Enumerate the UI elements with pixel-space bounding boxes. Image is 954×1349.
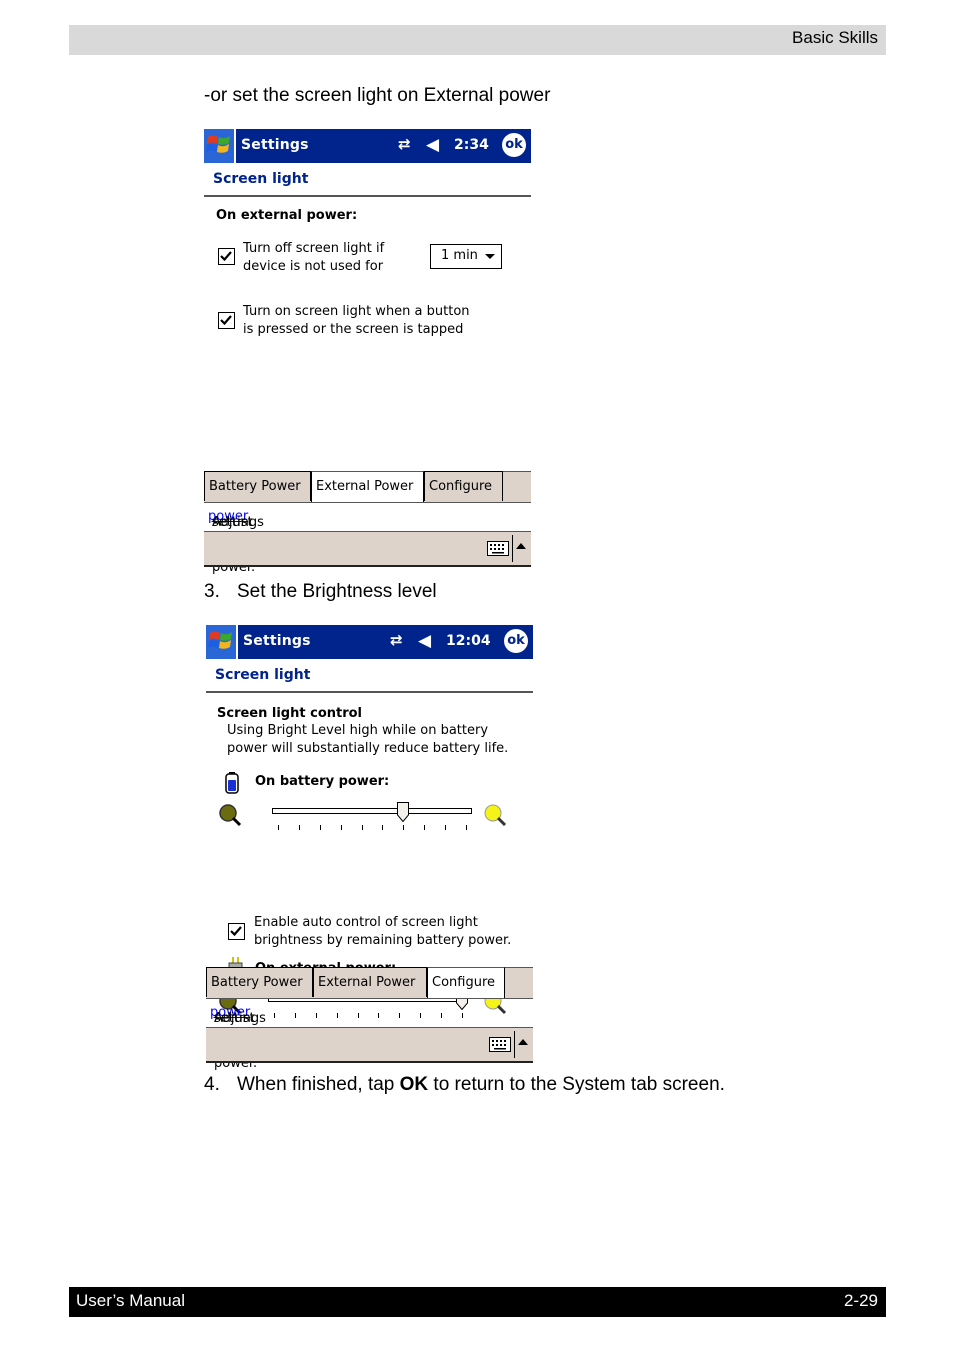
turn-off-label: Turn off screen light if device is not u… <box>243 241 385 274</box>
divider <box>512 535 513 562</box>
slider-tick <box>382 825 384 830</box>
page-footer-bar: User’s Manual 2-29 <box>69 1287 886 1317</box>
ok-button[interactable]: ok <box>504 629 528 653</box>
timeout-value: 1 min <box>441 248 478 263</box>
clock[interactable]: 12:04 <box>446 633 491 649</box>
status-line: Adjust power settings to conserve power. <box>210 1005 273 1071</box>
checkmark-icon <box>230 926 242 937</box>
slider-tick <box>278 825 279 830</box>
nav-bar: Settings ⇄ ◀︎ 2:34 ok <box>204 129 531 163</box>
tab-bar: Battery Power External Power Configure <box>204 471 531 503</box>
turn-on-checkbox[interactable] <box>218 312 235 329</box>
page-header-bar: Basic Skills <box>69 25 886 55</box>
screenshot-brightness: Settings ⇄ ◀︎ 12:04 ok Screen light Scre… <box>206 625 533 1071</box>
ok-button[interactable]: ok <box>502 133 526 157</box>
nav-bar: Settings ⇄ ◀︎ 12:04 ok <box>206 625 533 659</box>
chevron-down-icon <box>485 254 495 259</box>
slider-tick <box>340 825 342 830</box>
turn-on-label: Turn on screen light when a button is pr… <box>243 304 470 337</box>
connectivity-icon[interactable]: ⇄ <box>390 631 403 649</box>
warning-text: Using Bright Level high while on battery… <box>227 723 509 756</box>
auto-control-checkbox[interactable] <box>228 923 245 940</box>
auto-control-label: Enable auto control of screen light brig… <box>254 915 512 948</box>
speaker-icon[interactable]: ◀︎ <box>426 135 439 155</box>
control-heading: Screen light control <box>217 706 363 721</box>
battery-brightness-slider[interactable] <box>206 802 533 833</box>
manual-title: User’s Manual <box>76 1291 185 1310</box>
slider-tick <box>466 825 467 830</box>
clock[interactable]: 2:34 <box>454 137 489 153</box>
slider-tick <box>445 825 447 830</box>
connectivity-icon[interactable]: ⇄ <box>398 135 411 153</box>
timeout-dropdown[interactable]: 1 min <box>430 244 502 269</box>
intro-text: -or set the screen light on External pow… <box>204 85 551 106</box>
windows-flag-icon <box>206 135 230 153</box>
slider-tick <box>361 825 363 830</box>
section-title: Basic Skills <box>792 28 878 47</box>
caption-bar: Screen light <box>206 659 533 693</box>
checkmark-icon <box>220 251 232 262</box>
app-title: Settings <box>243 633 311 649</box>
content-area: Screen light control Using Bright Level … <box>206 693 533 1018</box>
tab-configure[interactable]: Configure <box>427 967 505 998</box>
screenshot-external-power: Settings ⇄ ◀︎ 2:34 ok Screen light On ex… <box>204 129 531 575</box>
start-button[interactable] <box>206 625 238 659</box>
sip-menu-arrow-icon[interactable] <box>518 1039 528 1045</box>
caption-title: Screen light <box>213 171 309 187</box>
step-3: 3. Set the Brightness level <box>204 581 437 602</box>
checkmark-icon <box>220 315 232 326</box>
slider-thumb[interactable] <box>397 802 410 822</box>
slider-tick <box>319 825 321 830</box>
caption-title: Screen light <box>215 667 311 683</box>
battery-icon <box>225 772 239 794</box>
section-heading: On external power: <box>216 208 358 223</box>
slider-track[interactable] <box>272 808 472 814</box>
tab-bar: Battery Power External Power Configure <box>206 967 533 999</box>
tab-battery-power[interactable]: Battery Power <box>204 471 311 501</box>
slider-tick <box>424 825 426 830</box>
caption-bar: Screen light <box>204 163 531 197</box>
turn-off-checkbox[interactable] <box>218 248 235 265</box>
tab-external-power[interactable]: External Power <box>311 471 424 502</box>
dim-bulb-icon <box>219 804 242 827</box>
speaker-icon[interactable]: ◀︎ <box>418 631 431 651</box>
app-title: Settings <box>241 137 309 153</box>
sip-menu-arrow-icon[interactable] <box>516 543 526 549</box>
tab-configure[interactable]: Configure <box>424 471 503 501</box>
input-panel-bar <box>204 531 531 567</box>
slider-tick <box>403 825 405 830</box>
keyboard-icon[interactable] <box>487 541 509 556</box>
battery-heading: On battery power: <box>255 774 390 789</box>
input-panel-bar <box>206 1027 533 1063</box>
step-4: 4. When finished, tap OK to return to the… <box>204 1074 725 1095</box>
start-button[interactable] <box>204 129 236 163</box>
windows-flag-icon <box>208 631 232 649</box>
content-area: On external power: Turn off screen light… <box>204 197 531 471</box>
tab-external-power[interactable]: External Power <box>313 967 427 997</box>
tab-battery-power[interactable]: Battery Power <box>206 967 313 997</box>
bright-bulb-icon <box>484 804 507 827</box>
slider-tick <box>298 825 300 830</box>
status-line: Adjust power settings to conserve power. <box>208 509 271 575</box>
keyboard-icon[interactable] <box>489 1037 511 1052</box>
divider <box>514 1031 515 1058</box>
page-number: 2-29 <box>843 1291 878 1310</box>
